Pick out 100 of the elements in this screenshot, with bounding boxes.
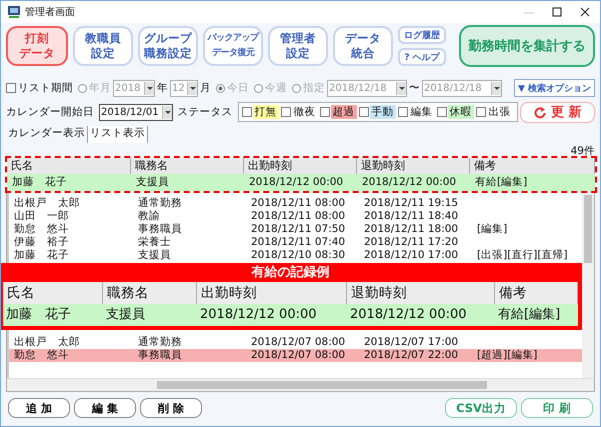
table-cell-text: 2018/12/12 00:00 [248, 175, 344, 190]
table-cell-text: 勤怠 悠斗 [13, 223, 70, 236]
table-cell-text: 出根戸 太郎 [13, 336, 81, 349]
toolbar-button[interactable]: バックアップ データ復元 [203, 26, 263, 66]
horizontal-scrollbar[interactable] [7, 378, 594, 391]
table-cell-text: [出張][直行][直帰] [476, 249, 569, 262]
radio-label: 今週 [265, 81, 287, 95]
table-cell-text: 2018/12/11 07:50 [250, 223, 346, 236]
table-cell-text: 支援員 [105, 306, 146, 324]
table-cell-text: 加藤 花子 [13, 249, 70, 262]
table-cell-text: 2018/12/11 18:40 [363, 210, 460, 223]
checkbox[interactable] [358, 107, 369, 117]
table-cell-text: 2018/12/11 08:00 [250, 210, 346, 223]
radio-label: 今日 [227, 81, 249, 95]
search-options-button[interactable]: ▼ 検索オプション [514, 79, 595, 97]
field-label: ステータス [178, 105, 233, 119]
checkbox-label: リスト期間 [18, 81, 73, 95]
status-label: 出張 [488, 105, 512, 119]
table-cell-text: 2018/12/10 08:30 [250, 249, 346, 262]
refresh-icon [533, 106, 548, 118]
table-cell-text: 2018/12/07 17:00 [363, 336, 460, 349]
table-cell-text: 2018/12/07 22:00 [363, 349, 460, 362]
table-cell-text: 有給[編集] [497, 306, 562, 324]
toolbar-button[interactable]: グループ 職務設定 [138, 26, 198, 66]
unit-label: 年 [157, 81, 168, 95]
checkbox[interactable] [242, 107, 252, 117]
table-cell-text: 通常勤務 [137, 336, 183, 349]
table-cell-text: 加藤 花子 [5, 306, 72, 324]
action-button[interactable]: 編 集 [74, 398, 136, 418]
table-cell-text: 2018/12/12 00:00 [361, 175, 458, 190]
action-button[interactable]: 追 加 [8, 398, 70, 418]
checkbox[interactable] [476, 107, 486, 117]
status-label: 手動 [370, 105, 396, 119]
radio-button[interactable] [292, 84, 301, 92]
record-count: 49件 [570, 144, 595, 157]
status-label: 超過 [330, 105, 357, 119]
toolbar-button[interactable]: 教職員 設定 [73, 26, 133, 66]
checkbox[interactable] [436, 107, 447, 117]
table-cell-text: 勤怠 悠斗 [13, 349, 70, 362]
table-cell-text: 加藤 花子 [11, 175, 68, 190]
table-cell-text: 2018/12/11 08:00 [250, 197, 346, 210]
refresh-button[interactable]: 更 新 [520, 102, 595, 122]
range-separator: 〜 [409, 81, 420, 95]
table-cell-text: 有給[編集] [474, 175, 528, 190]
window-title: 管理者画面 [25, 6, 75, 19]
vertical-scrollbar[interactable] [582, 193, 594, 378]
status-label: 編集 [410, 105, 434, 119]
table-cell-text: 支援員 [135, 175, 170, 190]
close-icon[interactable] [578, 5, 592, 19]
scroll-thumb[interactable] [584, 195, 592, 263]
checkbox[interactable] [6, 83, 16, 93]
table-cell-text: 山田 一郎 [13, 210, 70, 223]
table-cell-text: 通常勤務 [137, 197, 183, 210]
toolbar-button[interactable]: ? ヘルプ [398, 48, 446, 66]
table-cell-text: 教諭 [137, 210, 161, 223]
toolbar-button[interactable]: 管理者 設定 [268, 26, 328, 66]
field-label: カレンダー開始日 [6, 105, 94, 119]
tab[interactable]: リスト表示 [88, 126, 148, 143]
table-cell-text: 出根戸 太郎 [13, 197, 81, 210]
radio-label: 年月 [89, 81, 111, 95]
table-cell-text: 栄養士 [137, 236, 172, 249]
table-cell-text: 2018/12/11 18:00 [363, 223, 460, 236]
toolbar-button[interactable]: 打刻 データ [6, 26, 68, 66]
unit-label: 月 [200, 81, 211, 95]
table-cell-text: 2018/12/12 00:00 [349, 306, 468, 324]
action-button[interactable]: 印 刷 [521, 398, 593, 418]
table-cell-text: 2018/12/07 08:00 [250, 336, 346, 349]
table-cell-text: 2018/12/10 17:00 [363, 249, 460, 262]
table-cell-text: 2018/12/11 19:15 [363, 197, 460, 210]
table-cell-text: 2018/12/07 08:00 [250, 349, 346, 362]
callout-title: 有給の記録例 [250, 264, 330, 282]
maximize-icon[interactable] [550, 5, 564, 19]
table-cell-text: [編集] [476, 223, 508, 236]
checkbox[interactable] [320, 107, 330, 117]
table-cell-text: 事務職員 [137, 223, 183, 236]
toolbar-button[interactable]: ログ履歴 [398, 26, 446, 44]
table-cell-text: 2018/12/11 17:20 [363, 236, 460, 249]
table-cell-text: 事務職員 [137, 349, 183, 362]
status-label: 休暇 [448, 105, 474, 119]
toolbar-button[interactable]: データ 統合 [333, 26, 393, 66]
status-label: 打無 [252, 105, 279, 119]
checkbox[interactable] [280, 107, 291, 117]
scroll-thumb[interactable] [157, 381, 487, 389]
summary-button[interactable]: 勤務時間を集計する [459, 25, 595, 67]
table-cell-text: 伊藤 裕子 [13, 236, 70, 249]
table-cell-text: [超過][編集] [476, 349, 538, 362]
action-button[interactable]: 削 除 [140, 398, 202, 418]
radio-button[interactable] [216, 84, 225, 92]
computer-icon [7, 5, 21, 19]
dropdown[interactable]: 2018/12/01 [99, 104, 173, 120]
radio-label: 指定 [303, 81, 325, 95]
tab[interactable]: カレンダー表示 [6, 126, 88, 143]
radio-button[interactable] [254, 84, 263, 92]
checkbox[interactable] [398, 107, 408, 117]
table-cell-text: 2018/12/11 07:40 [250, 236, 346, 249]
table-cell-text: 支援員 [137, 249, 172, 262]
action-button[interactable]: CSV出力 [445, 398, 517, 418]
radio-button[interactable] [78, 84, 87, 92]
table-cell-text: 2018/12/12 00:00 [199, 306, 318, 324]
status-label: 徹夜 [292, 105, 317, 119]
